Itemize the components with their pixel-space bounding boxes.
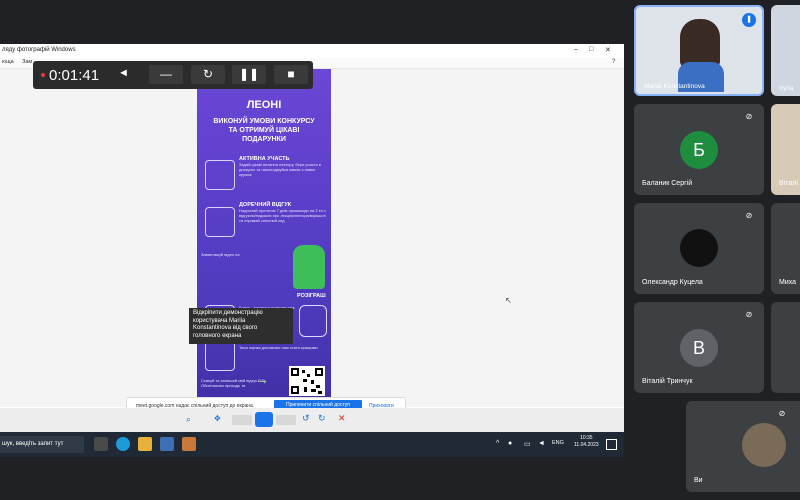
avatar: В (680, 329, 718, 367)
taskbar-search-input[interactable]: шук, введіть запит тут (0, 436, 84, 453)
maximize-icon[interactable]: □ (589, 46, 593, 53)
checklist-icon (205, 341, 235, 371)
participant-tile-iryna[interactable]: Iryna (771, 5, 800, 96)
poster-section-feedback: ДОРЕЧНИЙ ВІДГУК Надсилай протягом 7 днів… (239, 202, 326, 223)
participant-name: Олександр Куцела (642, 279, 703, 286)
people-icon (205, 160, 235, 190)
speaking-indicator-icon: ❚ (742, 13, 756, 27)
chat-icon (205, 207, 235, 237)
poster-section-video: Завантажуй відео на (201, 252, 240, 257)
poster-subheading-3: ПОДАРУНКИ (242, 136, 286, 143)
viewer-toolbar: ⌕ ✥ ↺ ↻ ✕ (0, 408, 624, 432)
close-icon[interactable]: ✕ (605, 46, 611, 54)
microphone-icon[interactable]: ● (508, 440, 512, 447)
actual-size-icon[interactable]: ✥ (214, 414, 221, 423)
backpack-icon (299, 305, 327, 337)
network-icon[interactable]: ▭ (524, 440, 531, 448)
mouse-cursor-icon: ↖ (505, 296, 512, 305)
participant-name: Mariia Konstantinova (644, 83, 705, 90)
mic-muted-icon: ⊘ (745, 112, 753, 121)
rotate-left-icon[interactable]: ↺ (302, 413, 310, 424)
poster-subheading-1: ВИКОНУЙ УМОВИ КОНКУРСУ (213, 118, 315, 125)
recording-dot-icon (41, 73, 45, 77)
participant-tile-hidden[interactable] (771, 302, 800, 393)
mic-muted-icon: ⊘ (745, 310, 753, 319)
window-title: ляду фотографій Windows (2, 47, 76, 53)
slideshow-button[interactable] (255, 412, 273, 427)
poster-section-raffle-title: РОЗІГРАШ (297, 293, 326, 299)
task-view-icon[interactable] (94, 437, 108, 451)
participant-tile-vitalii-video[interactable]: Віталі (771, 104, 800, 195)
language-indicator[interactable]: ENG (552, 440, 564, 446)
outlook-icon[interactable] (182, 437, 196, 451)
avatar: Б (680, 131, 718, 169)
poster-subheading-2: ТА ОТРИМУЙ ЦІКАВІ (228, 127, 300, 134)
poster-heading: ЛЕОНІ (246, 99, 282, 111)
pause-recording-button[interactable]: ❚❚ (232, 65, 266, 84)
participant-name: Віталі (779, 180, 798, 187)
photos-app-icon[interactable] (160, 437, 174, 451)
menu-item-file[interactable]: юща (2, 59, 14, 65)
next-button[interactable] (276, 415, 296, 425)
minimize-recorder-button[interactable]: — (149, 65, 183, 84)
notifications-icon[interactable] (606, 439, 617, 450)
contest-poster: ЛЕОНІ ВИКОНУЙ УМОВИ КОНКУРСУ ТА ОТРИМУЙ … (197, 69, 331, 398)
qr-code[interactable] (289, 366, 325, 396)
participant-name: Віталій Тринчук (642, 378, 693, 385)
unpin-tooltip: Відкріпити демонстрацію користувача Mari… (189, 308, 293, 344)
recording-timer: 0:01:41 (49, 67, 100, 84)
participant-tile-balanyk[interactable]: ⊘ Б Баланик Сергій (634, 104, 764, 195)
participant-tile-mykha[interactable]: Миха (771, 203, 800, 294)
poster-footer: Скануй та залишай свій відгук P.S. Обов'… (201, 378, 266, 388)
recording-controls: 0:01:41 ◄ — ↻ ❚❚ ■ (33, 61, 313, 89)
participant-tile-self[interactable]: ⊘ Ви (686, 401, 800, 492)
edge-icon[interactable] (116, 437, 130, 451)
participant-name: Миха (779, 279, 797, 286)
speaker-icon[interactable]: ◄ (118, 67, 129, 79)
mic-muted-icon: ⊘ (745, 211, 753, 220)
zoom-icon[interactable]: ⌕ (186, 414, 191, 425)
avatar (680, 229, 718, 267)
chevron-up-icon[interactable]: ^ (496, 440, 499, 447)
delete-icon[interactable]: ✕ (338, 413, 346, 424)
participant-name: Ви (694, 477, 703, 484)
mic-muted-icon: ⊘ (778, 409, 786, 418)
previous-button[interactable] (232, 415, 252, 425)
volume-icon[interactable]: ◄ (538, 440, 545, 447)
photo-viewer-titlebar: ляду фотографій Windows – □ ✕ (0, 44, 624, 59)
help-icon[interactable]: ? (612, 59, 615, 65)
restart-recording-button[interactable]: ↻ (191, 65, 225, 84)
participant-tile-kutsela[interactable]: ⊘ Олександр Куцела (634, 203, 764, 294)
participant-name: Баланик Сергій (642, 180, 693, 187)
participant-tile-trynchuk[interactable]: ⊘ В Віталій Тринчук (634, 302, 764, 393)
participant-tile-mariia[interactable]: ❚ Mariia Konstantinova (634, 5, 764, 96)
shared-screen: ляду фотографій Windows – □ ✕ юща Зам ? … (0, 44, 624, 457)
windows-taskbar: шук, введіть запит тут ^ ● ▭ ◄ ENG 10:35… (0, 432, 624, 457)
file-explorer-icon[interactable] (138, 437, 152, 451)
participant-name: Iryna (779, 85, 794, 92)
rotate-right-icon[interactable]: ↻ (318, 413, 326, 424)
taskbar-clock[interactable]: 10:35 11.04.2023 (574, 435, 599, 449)
hoodie-icon (293, 245, 325, 289)
minimize-icon[interactable]: – (574, 46, 578, 53)
self-avatar (742, 423, 786, 467)
poster-section-active: АКТИВНА УЧАСТЬ Задай цікаві питання лект… (239, 156, 321, 177)
stop-recording-button[interactable]: ■ (274, 65, 308, 84)
menu-item-edit[interactable]: Зам (22, 59, 32, 65)
